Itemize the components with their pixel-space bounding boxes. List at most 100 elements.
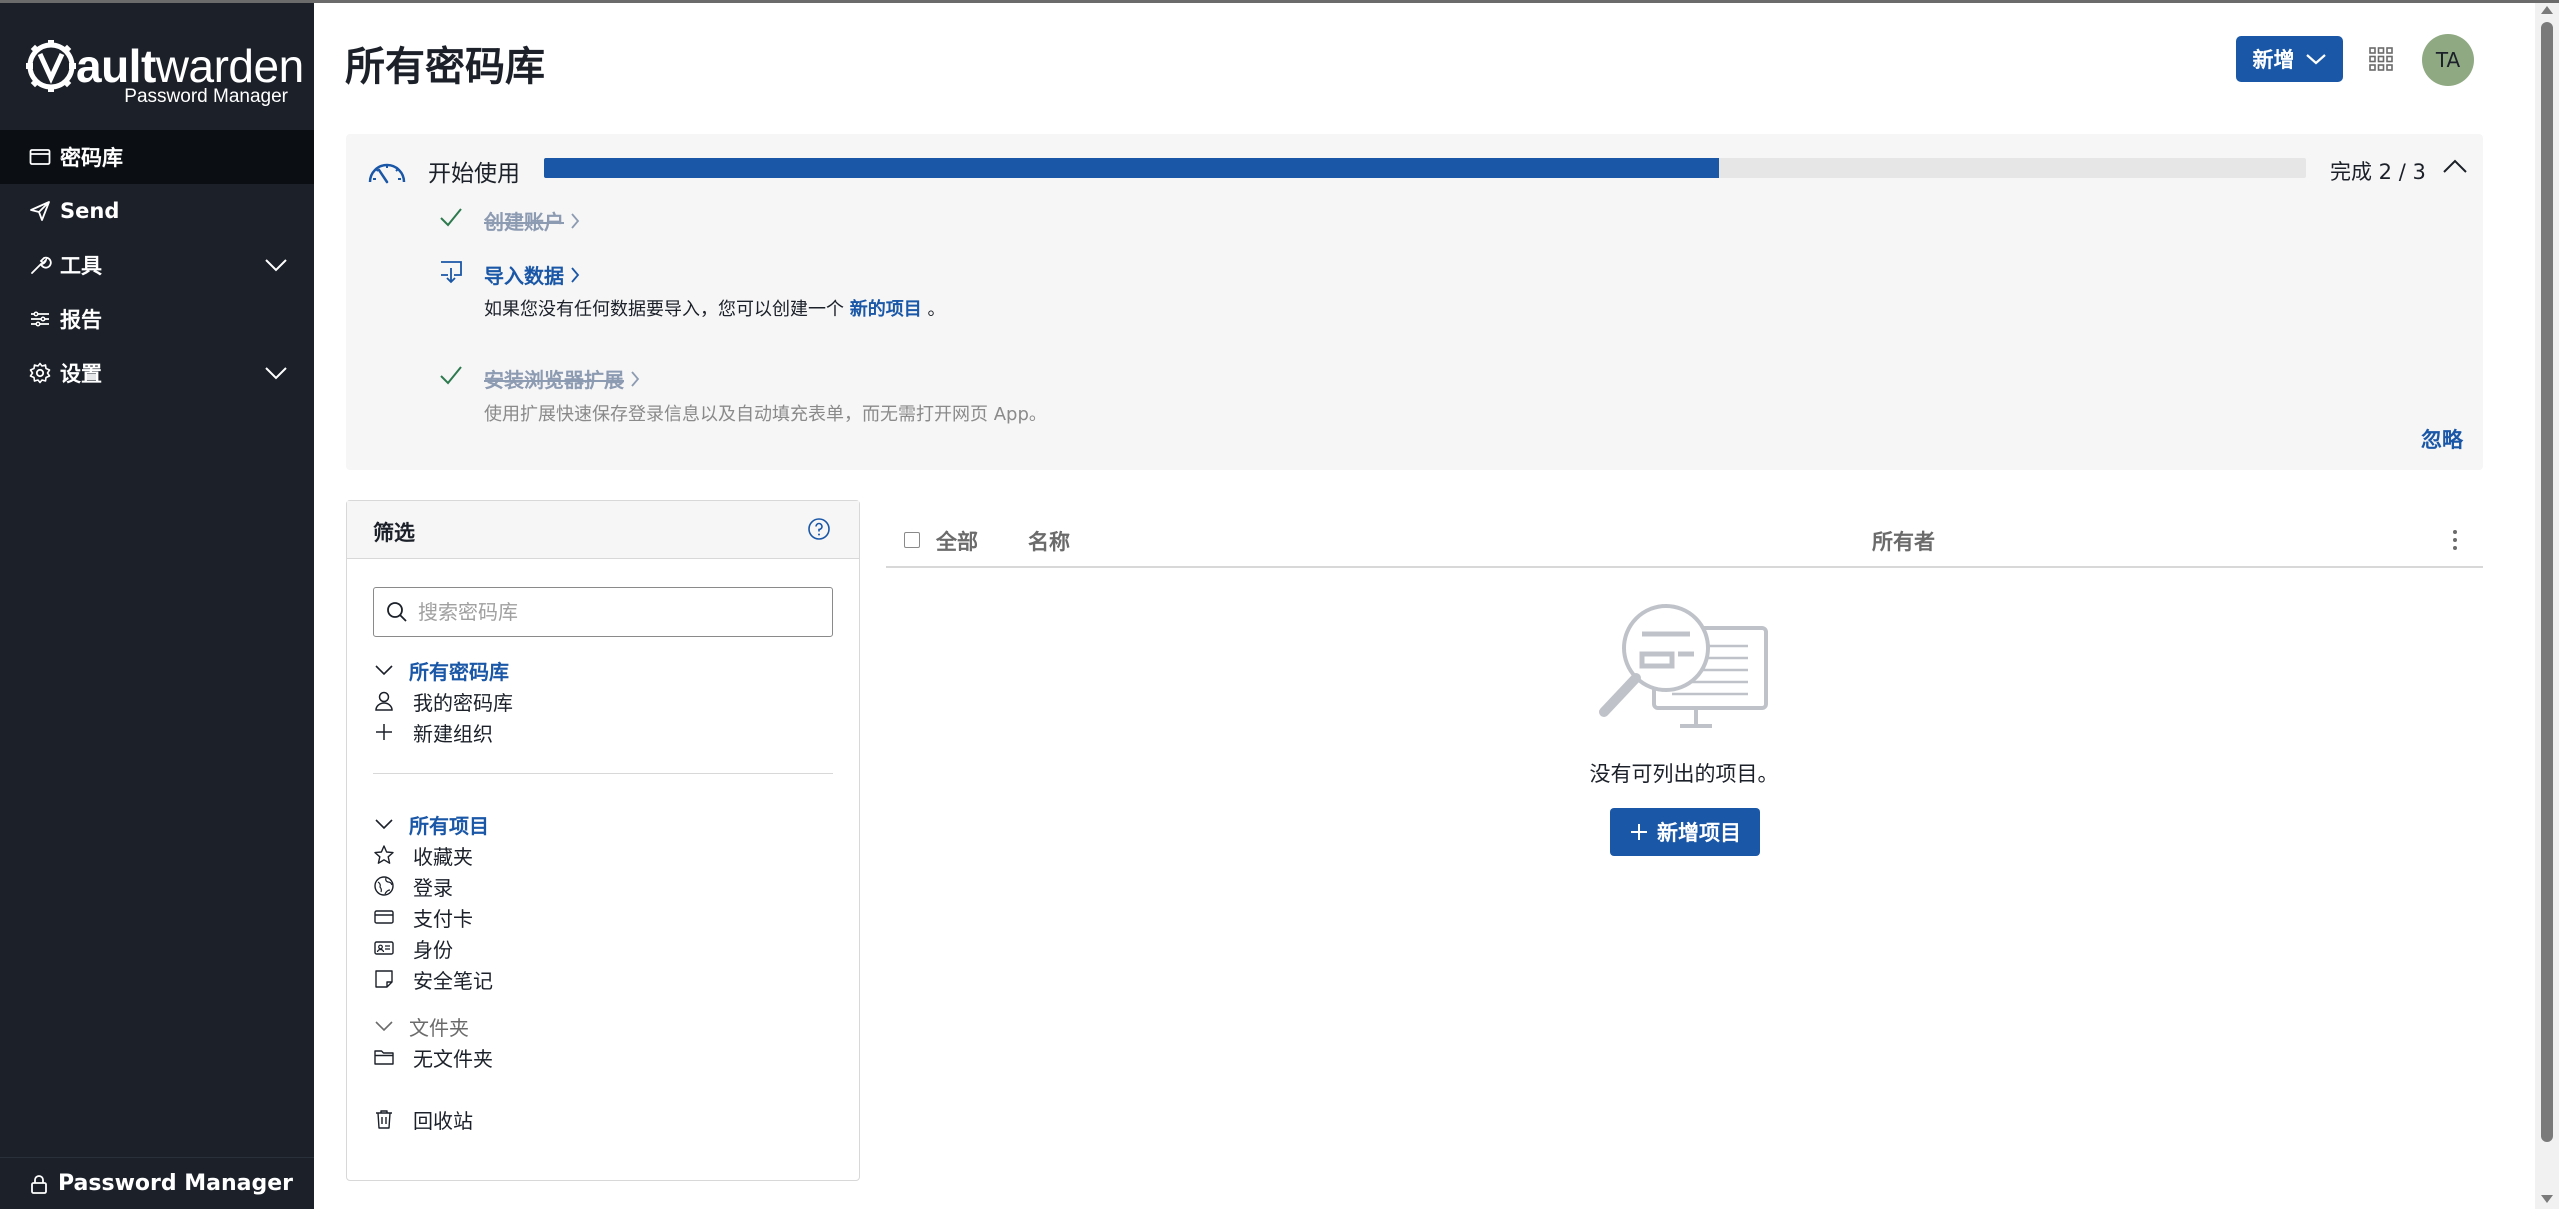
id-card-icon: [373, 937, 395, 959]
search-icon: [387, 602, 407, 622]
chevron-down-icon: [373, 659, 395, 681]
sidebar-item-settings[interactable]: 设置: [0, 346, 314, 400]
sidebar-item-label: 密码库: [60, 146, 123, 170]
help-icon[interactable]: [807, 517, 831, 541]
chevron-up-icon[interactable]: [2442, 156, 2468, 178]
sidebar-item-send[interactable]: Send: [0, 184, 314, 238]
browser-extension-description: 使用扩展快速保存登录信息以及自动填充表单，而无需打开网页 App。: [484, 404, 1047, 425]
reports-icon: [28, 307, 52, 331]
chevron-right-icon: [631, 370, 640, 387]
empty-state-text: 没有可列出的项目。: [1589, 762, 1779, 786]
sidebar: aultwarden Password Manager 密码库 Send 工具: [0, 0, 314, 1209]
user-icon: [373, 690, 395, 712]
import-data-link[interactable]: 导入数据: [484, 260, 580, 289]
logo-subtitle: Password Manager: [124, 86, 288, 107]
filter-my-vault[interactable]: 我的密码库: [373, 686, 513, 716]
filter-label: 登录: [413, 875, 453, 900]
sidebar-item-reports[interactable]: 报告: [0, 292, 314, 346]
page-scrollbar[interactable]: [2535, 0, 2559, 1209]
logo-text-light: warden: [155, 40, 304, 92]
vault-icon: [28, 145, 52, 169]
page-title: 所有密码库: [345, 44, 545, 90]
chevron-right-icon: [571, 266, 580, 283]
filter-label: 收藏夹: [413, 844, 473, 869]
filter-all-vaults[interactable]: 所有密码库: [373, 655, 509, 685]
new-button[interactable]: 新增: [2236, 36, 2343, 82]
note-icon: [373, 968, 395, 990]
chevron-down-icon: [373, 1015, 395, 1037]
filter-label: 新建组织: [413, 721, 493, 746]
step-label: 创建账户: [484, 210, 564, 234]
star-icon: [373, 844, 395, 866]
filter-identity[interactable]: 身份: [373, 933, 453, 963]
create-account-link[interactable]: 创建账户: [484, 206, 580, 235]
column-all[interactable]: 全部: [936, 526, 978, 556]
filter-label: 安全笔记: [413, 968, 493, 993]
sidebar-item-vault[interactable]: 密码库: [0, 130, 314, 184]
sidebar-item-tools[interactable]: 工具: [0, 238, 314, 292]
add-item-button[interactable]: 新增项目: [1610, 808, 1760, 856]
filter-no-folder[interactable]: 无文件夹: [373, 1042, 493, 1072]
filter-label: 文件夹: [409, 1015, 469, 1040]
more-options-icon[interactable]: [2451, 528, 2459, 552]
filter-new-organization[interactable]: 新建组织: [373, 717, 493, 747]
plus-icon: [1631, 824, 1647, 840]
send-icon: [28, 199, 52, 223]
sidebar-item-label: Send: [60, 199, 120, 223]
product-switcher[interactable]: Password Manager: [0, 1157, 314, 1209]
vaultwarden-logo[interactable]: ault warden Password Manager: [26, 38, 304, 108]
sidebar-item-label: 报告: [60, 308, 102, 332]
scroll-up-arrow-icon[interactable]: [2540, 4, 2554, 16]
column-name[interactable]: 名称: [1028, 526, 1070, 556]
filter-divider: [373, 773, 833, 774]
scroll-thumb[interactable]: [2541, 22, 2553, 1142]
new-item-link[interactable]: 新的项目: [850, 299, 922, 320]
browser-extension-link[interactable]: 安装浏览器扩展: [484, 364, 640, 393]
filter-trash[interactable]: 回收站: [373, 1104, 473, 1134]
logo-text-bold: ault: [76, 40, 156, 92]
getting-started-panel: 开始使用 完成 2 / 3 创建账户 导入数据 如果您没有任何数据要导入，您可以…: [346, 134, 2483, 470]
filter-label: 所有项目: [409, 813, 489, 838]
chevron-right-icon: [571, 212, 580, 229]
tools-icon: [28, 253, 52, 277]
import-icon: [441, 261, 462, 284]
avatar[interactable]: TA: [2422, 34, 2474, 86]
filter-card[interactable]: 支付卡: [373, 902, 473, 932]
filter-login[interactable]: 登录: [373, 871, 453, 901]
filter-label: 无文件夹: [413, 1046, 493, 1071]
items-table-header: 全部 名称 所有者: [886, 508, 2483, 568]
logo-gear-v-icon: [26, 40, 76, 92]
sidebar-item-label: 工具: [60, 254, 102, 278]
scroll-down-arrow-icon[interactable]: [2540, 1193, 2554, 1205]
filter-secure-note[interactable]: 安全笔记: [373, 964, 493, 994]
sidebar-item-label: 设置: [60, 362, 102, 386]
getting-started-title: 开始使用: [428, 161, 520, 187]
chevron-down-icon[interactable]: [264, 254, 288, 276]
filter-favorites[interactable]: 收藏夹: [373, 840, 473, 870]
select-all-checkbox[interactable]: [904, 532, 920, 548]
desc-text: 。: [921, 299, 946, 320]
desc-text: 如果您没有任何数据要导入，您可以创建一个: [484, 299, 850, 320]
filter-header: 筛选: [347, 501, 859, 559]
import-data-description: 如果您没有任何数据要导入，您可以创建一个 新的项目 。: [484, 295, 945, 321]
chevron-down-icon[interactable]: [264, 362, 288, 384]
dismiss-button[interactable]: 忽略: [2421, 424, 2463, 454]
filter-folders-header[interactable]: 文件夹: [373, 1011, 469, 1041]
app-switcher-icon[interactable]: [2368, 46, 2394, 72]
sidebar-nav: 密码库 Send 工具 报告 设置: [0, 130, 314, 400]
progress-fill: [544, 158, 1720, 178]
new-button-label: 新增: [2252, 48, 2295, 72]
step-label: 安装浏览器扩展: [484, 368, 624, 392]
lock-icon: [28, 1173, 50, 1195]
column-owner[interactable]: 所有者: [1872, 526, 1935, 556]
chevron-down-icon: [373, 813, 395, 835]
filter-all-items[interactable]: 所有项目: [373, 809, 489, 839]
check-icon: [440, 366, 462, 385]
add-item-label: 新增项目: [1657, 821, 1741, 845]
filter-panel: 筛选 所有密码库 我的密码库 新建组织 所有项目 收藏夹 登录 支付卡 身份: [346, 500, 860, 1181]
gear-icon: [28, 361, 52, 385]
search-input[interactable]: [418, 598, 818, 626]
empty-vault-illustration: [1599, 604, 1768, 728]
chevron-down-icon: [2305, 54, 2326, 65]
speedometer-icon: [368, 163, 406, 184]
